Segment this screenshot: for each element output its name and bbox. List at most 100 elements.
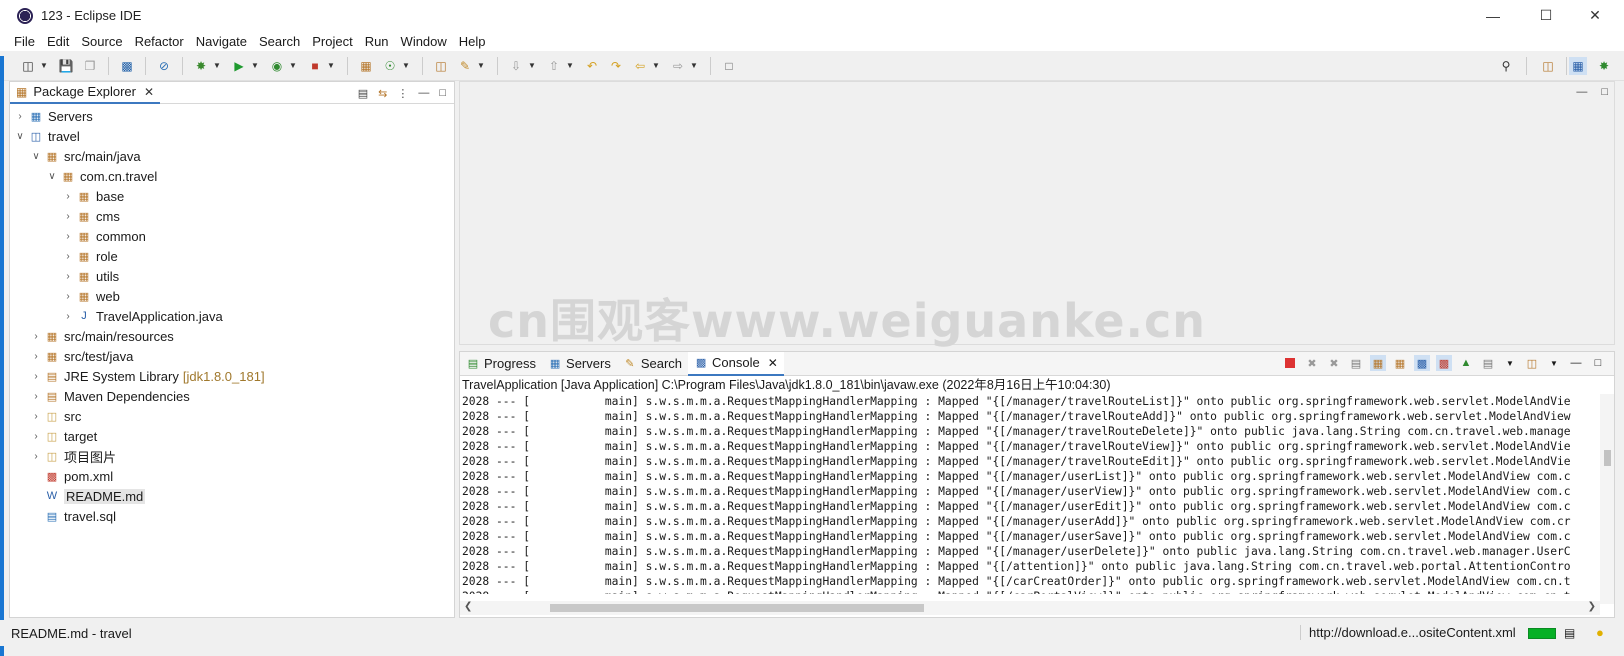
tree-item[interactable]: › ▦ src/main/resources [10,326,454,346]
forward-edit-icon[interactable]: ↷ [607,57,625,75]
chevron-right-icon[interactable]: › [62,191,74,202]
open-type-icon[interactable]: ◫ [432,57,450,75]
maximize-view-icon[interactable]: □ [439,87,446,99]
tree-item[interactable]: › ▤ Maven Dependencies [10,386,454,406]
minimize-button[interactable]: — [1470,0,1516,31]
menu-file[interactable]: File [8,34,41,49]
link-with-editor-icon[interactable]: ⇆ [378,87,387,100]
chevron-right-icon[interactable]: › [30,391,42,402]
search-icon[interactable]: ✎ [456,57,474,75]
save-icon[interactable]: 💾 [57,57,75,75]
next-annotation-icon[interactable]: ⇩ [507,57,525,75]
remove-launch-icon[interactable]: ✖ [1304,355,1320,371]
status-progress-bar[interactable] [1528,628,1556,639]
word-wrap-icon[interactable]: ▦ [1392,355,1408,371]
chevron-down-icon[interactable]: ▼ [402,61,410,70]
scroll-lock-icon[interactable]: ▦ [1370,355,1386,371]
chevron-right-icon[interactable]: › [62,231,74,242]
menu-run[interactable]: Run [359,34,395,49]
search-icon[interactable]: ⚲ [1497,57,1515,75]
tree-item[interactable]: › ▦ cms [10,206,454,226]
chevron-right-icon[interactable]: › [62,251,74,262]
new-java-package-icon[interactable]: ▦ [357,57,375,75]
chevron-down-icon[interactable]: ▼ [327,61,335,70]
chevron-down-icon[interactable]: ▼ [690,61,698,70]
tree-item[interactable]: › ▤ JRE System Library [jdk1.8.0_181] [10,366,454,386]
menu-search[interactable]: Search [253,34,306,49]
chevron-down-icon[interactable]: ▼ [251,61,259,70]
maximize-view-icon[interactable]: □ [1590,355,1606,371]
previous-annotation-icon[interactable]: ⇧ [545,57,563,75]
view-menu-icon[interactable]: ⋮ [397,87,408,100]
close-button[interactable]: ✕ [1572,0,1618,31]
new-icon[interactable]: ◫ [19,57,37,75]
show-on-stdout-icon[interactable]: ▩ [1414,355,1430,371]
tree-item[interactable]: › ▦ web [10,286,454,306]
pin-editor-icon[interactable]: □ [720,57,738,75]
status-progress-url[interactable]: http://download.e...ositeContent.xml [1300,625,1516,640]
show-on-stderr-icon[interactable]: ▩ [1436,355,1452,371]
back-icon[interactable]: ⇦ [631,57,649,75]
chevron-right-icon[interactable]: › [62,311,74,322]
chevron-down-icon[interactable]: ∨ [14,131,26,142]
display-console-icon[interactable]: ▤ [1480,355,1496,371]
chevron-right-icon[interactable]: › [30,411,42,422]
chevron-right-icon[interactable]: › [62,211,74,222]
tree-item[interactable]: › ▦ base [10,186,454,206]
skip-breakpoints-icon[interactable]: ⊘ [155,57,173,75]
minimize-view-icon[interactable]: — [418,87,429,99]
tab-console[interactable]: ▩ Console ✕ [688,351,784,376]
chevron-right-icon[interactable]: › [30,351,42,362]
chevron-right-icon[interactable]: › [30,451,42,462]
scrollbar-thumb[interactable] [550,604,924,612]
tree-item[interactable]: ∨ ▦ src/main/java [10,146,454,166]
tree-item[interactable]: › ▦ src/test/java [10,346,454,366]
run-icon[interactable]: ▶ [230,57,248,75]
coverage-icon[interactable]: ◉ [268,57,286,75]
close-icon[interactable]: ✕ [768,356,778,370]
remove-all-terminated-icon[interactable]: ✖ [1326,355,1342,371]
vertical-scrollbar[interactable] [1600,394,1614,604]
menu-source[interactable]: Source [75,34,128,49]
chevron-down-icon[interactable]: ▼ [477,61,485,70]
new-java-class-icon[interactable]: ☉ [381,57,399,75]
tree-item[interactable]: › ◫ 项目图片 [10,446,454,466]
save-all-icon[interactable]: ❐ [81,57,99,75]
tree-item[interactable]: ∨ ◫ travel [10,126,454,146]
menu-window[interactable]: Window [395,34,453,49]
terminate-icon[interactable] [1282,355,1298,371]
clear-console-icon[interactable]: ▤ [1348,355,1364,371]
menu-edit[interactable]: Edit [41,34,75,49]
minimize-view-icon[interactable]: — [1568,355,1584,371]
tree-item[interactable]: › J TravelApplication.java [10,306,454,326]
chevron-down-icon[interactable]: ▼ [40,61,48,70]
open-console-icon[interactable]: ◫ [1524,355,1540,371]
open-perspective-icon[interactable]: ◫ [1539,57,1557,75]
chevron-right-icon[interactable]: › [30,331,42,342]
terminal-icon[interactable]: ▩ [118,57,136,75]
chevron-right-icon[interactable]: › [62,291,74,302]
scrollbar-thumb[interactable] [1604,450,1611,466]
chevron-down-icon[interactable]: ▼ [1502,355,1518,371]
tree-item[interactable]: › ▦ utils [10,266,454,286]
tab-servers[interactable]: ▦ Servers [542,352,617,376]
menu-help[interactable]: Help [453,34,492,49]
menu-refactor[interactable]: Refactor [129,34,190,49]
chevron-right-icon[interactable]: ❯ [1588,601,1596,612]
chevron-down-icon[interactable]: ▼ [652,61,660,70]
minimize-view-icon[interactable]: — [1576,86,1587,98]
lightbulb-icon[interactable]: ● [1596,625,1604,640]
tree-item[interactable]: ∨ ▦ com.cn.travel [10,166,454,186]
chevron-right-icon[interactable]: › [30,431,42,442]
tree-item[interactable]: ▩ pom.xml [10,466,454,486]
chevron-down-icon[interactable]: ▼ [528,61,536,70]
chevron-down-icon[interactable]: ▼ [1546,355,1562,371]
forward-icon[interactable]: ⇨ [669,57,687,75]
debug-icon[interactable]: ✸ [192,57,210,75]
chevron-right-icon[interactable]: › [14,111,26,122]
tab-package-explorer[interactable]: ▦ Package Explorer ✕ [10,82,161,104]
debug-perspective-icon[interactable]: ✸ [1595,57,1613,75]
tab-progress[interactable]: ▤ Progress [460,352,542,376]
close-icon[interactable]: ✕ [144,85,154,99]
chevron-right-icon[interactable]: › [30,371,42,382]
